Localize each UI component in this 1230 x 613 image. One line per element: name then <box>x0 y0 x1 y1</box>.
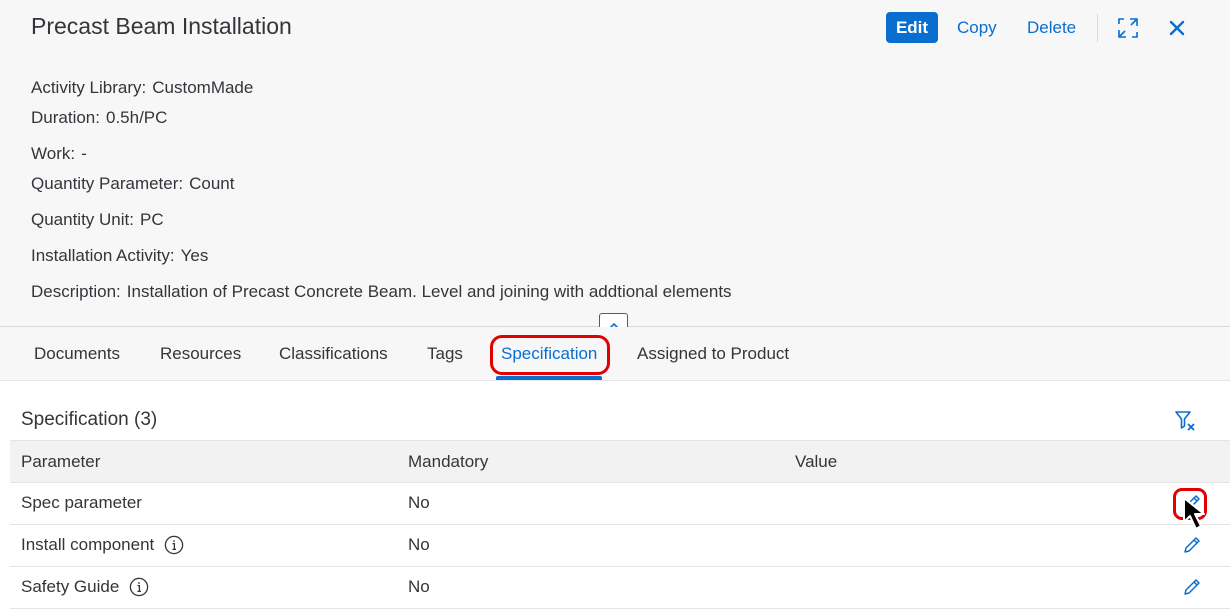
detail-label: Quantity Unit: <box>31 210 134 229</box>
table-header: Parameter Mandatory Value <box>10 440 1230 483</box>
detail-value: CustomMade <box>152 78 254 97</box>
delete-button[interactable]: Delete <box>1027 12 1076 43</box>
mandatory-cell: No <box>408 493 430 512</box>
parameter-name: Install component <box>21 535 155 554</box>
tab-assigned-to-product[interactable]: Assigned to Product <box>637 344 789 364</box>
header-divider <box>1097 14 1098 42</box>
column-header-parameter[interactable]: Parameter <box>21 452 100 472</box>
detail-value: Installation of Precast Concrete Beam. L… <box>126 282 732 301</box>
column-header-mandatory[interactable]: Mandatory <box>408 452 488 472</box>
table-row[interactable]: Install component No <box>10 525 1230 567</box>
parameter-name: Spec parameter <box>21 493 142 512</box>
detail-label: Activity Library: <box>31 78 147 97</box>
detail-quantity-parameter: Quantity Parameter: Count <box>31 174 235 194</box>
detail-description: Description: Installation of Precast Conc… <box>31 282 732 302</box>
tab-documents[interactable]: Documents <box>34 344 120 364</box>
clear-filter-icon[interactable] <box>1173 409 1197 433</box>
detail-label: Description: <box>31 282 121 301</box>
table-row[interactable]: Spec parameter No <box>10 483 1230 525</box>
detail-work: Work: - <box>31 144 87 164</box>
mouse-cursor-icon <box>1183 497 1205 530</box>
detail-quantity-unit: Quantity Unit: PC <box>31 210 164 230</box>
detail-duration: Duration: 0.5h/PC <box>31 108 167 128</box>
mandatory-cell: No <box>408 577 430 596</box>
edit-button[interactable]: Edit <box>886 12 938 43</box>
info-icon[interactable] <box>164 535 184 555</box>
parameter-cell: Safety Guide <box>21 577 149 597</box>
detail-label: Quantity Parameter: <box>31 174 184 193</box>
detail-label: Installation Activity: <box>31 246 175 265</box>
edit-pencil-icon[interactable] <box>1181 576 1203 598</box>
detail-value: Yes <box>180 246 209 265</box>
table-row[interactable]: Safety Guide No <box>10 567 1230 609</box>
detail-value: PC <box>140 210 164 229</box>
detail-value: Count <box>189 174 235 193</box>
parameter-cell: Spec parameter <box>21 493 142 513</box>
exit-full-screen-icon[interactable] <box>1115 14 1141 42</box>
tab-classifications[interactable]: Classifications <box>279 344 388 364</box>
detail-installation-activity: Installation Activity: Yes <box>31 246 208 266</box>
parameter-name: Safety Guide <box>21 577 120 596</box>
edit-pencil-icon[interactable] <box>1181 534 1203 556</box>
active-tab-indicator <box>496 376 602 380</box>
tab-bar: Documents Resources Classifications Tags… <box>0 327 1230 381</box>
detail-value: - <box>81 144 87 163</box>
parameter-cell: Install component <box>21 535 184 555</box>
tab-tags[interactable]: Tags <box>427 344 463 364</box>
detail-value: 0.5h/PC <box>105 108 168 127</box>
tab-resources[interactable]: Resources <box>160 344 241 364</box>
section-title: Specification (3) <box>21 409 158 430</box>
mandatory-cell: No <box>408 535 430 554</box>
copy-button[interactable]: Copy <box>957 12 997 43</box>
page-title: Precast Beam Installation <box>31 13 292 39</box>
info-icon[interactable] <box>129 577 149 597</box>
annotation-highlight <box>490 335 610 375</box>
close-icon[interactable] <box>1164 14 1190 42</box>
detail-label: Work: <box>31 144 76 163</box>
detail-label: Duration: <box>31 108 100 127</box>
detail-activity-library: Activity Library: CustomMade <box>31 78 253 98</box>
column-header-value[interactable]: Value <box>795 452 837 472</box>
object-page-header: Precast Beam Installation Edit Copy Dele… <box>0 0 1230 58</box>
